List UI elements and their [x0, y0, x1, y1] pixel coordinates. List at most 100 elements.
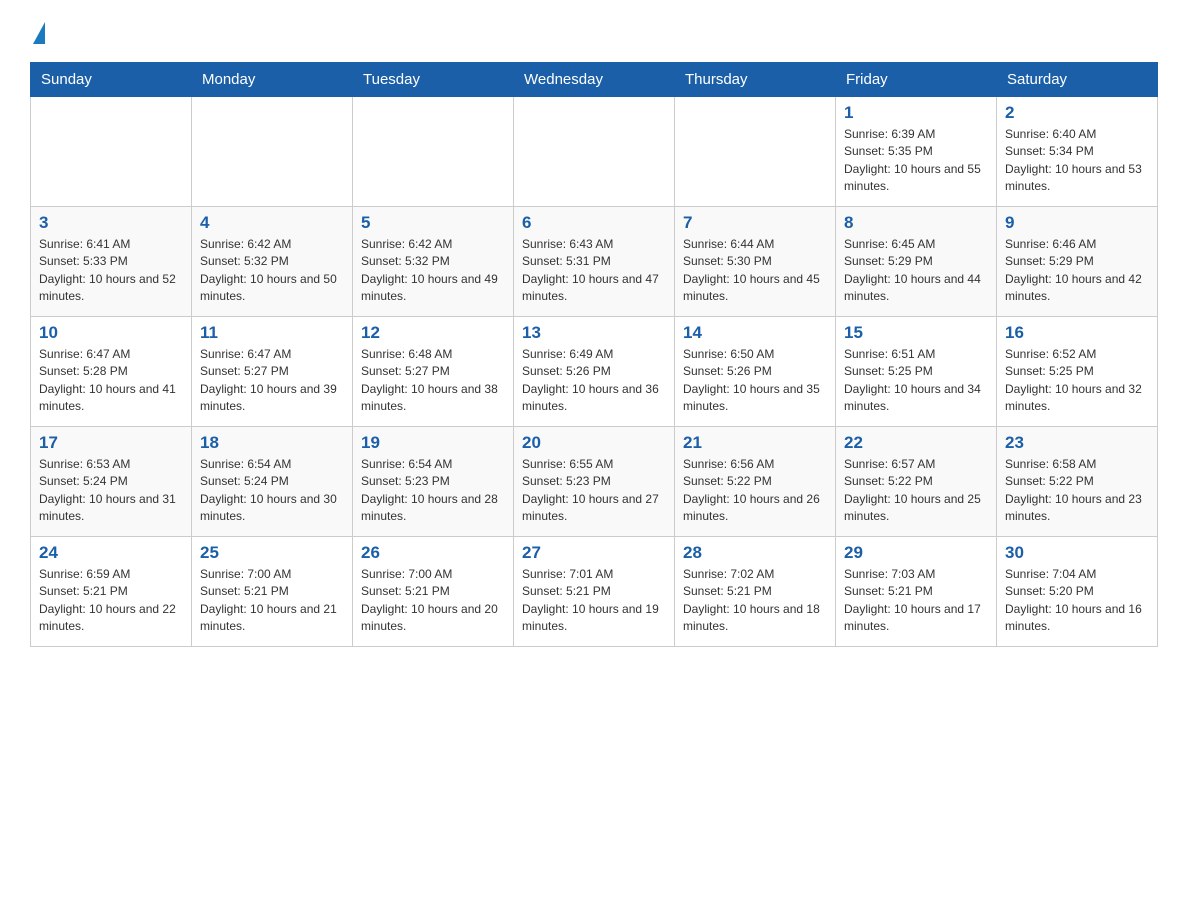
weekday-header: Friday — [836, 63, 997, 97]
calendar-cell: 21 Sunrise: 6:56 AM Sunset: 5:22 PM Dayli… — [675, 427, 836, 537]
calendar-cell: 14 Sunrise: 6:50 AM Sunset: 5:26 PM Dayli… — [675, 317, 836, 427]
day-info: Sunrise: 7:00 AM Sunset: 5:21 PM Dayligh… — [361, 566, 505, 636]
day-info: Sunrise: 6:58 AM Sunset: 5:22 PM Dayligh… — [1005, 456, 1149, 526]
day-number: 17 — [39, 433, 183, 453]
day-info: Sunrise: 6:49 AM Sunset: 5:26 PM Dayligh… — [522, 346, 666, 416]
calendar-cell: 23 Sunrise: 6:58 AM Sunset: 5:22 PM Dayli… — [997, 427, 1158, 537]
calendar-week-row: 10 Sunrise: 6:47 AM Sunset: 5:28 PM Dayli… — [31, 317, 1158, 427]
day-info: Sunrise: 6:47 AM Sunset: 5:28 PM Dayligh… — [39, 346, 183, 416]
calendar-cell: 6 Sunrise: 6:43 AM Sunset: 5:31 PM Daylig… — [514, 207, 675, 317]
weekday-header: Thursday — [675, 63, 836, 97]
day-info: Sunrise: 6:39 AM Sunset: 5:35 PM Dayligh… — [844, 126, 988, 196]
page-header — [30, 20, 1158, 44]
day-number: 5 — [361, 213, 505, 233]
calendar-cell: 30Sunrise: 7:04 AM Sunset: 5:20 PM Dayli… — [997, 537, 1158, 647]
day-info: Sunrise: 7:00 AM Sunset: 5:21 PM Dayligh… — [200, 566, 344, 636]
logo-triangle-icon — [33, 22, 45, 44]
day-number: 2 — [1005, 103, 1149, 123]
calendar-week-row: 24 Sunrise: 6:59 AM Sunset: 5:21 PM Dayli… — [31, 537, 1158, 647]
calendar-cell — [514, 97, 675, 207]
day-number: 21 — [683, 433, 827, 453]
calendar-cell: 26 Sunrise: 7:00 AM Sunset: 5:21 PM Dayli… — [353, 537, 514, 647]
day-number: 10 — [39, 323, 183, 343]
day-number: 22 — [844, 433, 988, 453]
day-number: 13 — [522, 323, 666, 343]
logo — [30, 20, 45, 44]
day-info: Sunrise: 7:03 AM Sunset: 5:21 PM Dayligh… — [844, 566, 988, 636]
weekday-header: Wednesday — [514, 63, 675, 97]
calendar-cell: 20 Sunrise: 6:55 AM Sunset: 5:23 PM Dayli… — [514, 427, 675, 537]
calendar-cell: 12 Sunrise: 6:48 AM Sunset: 5:27 PM Dayli… — [353, 317, 514, 427]
day-number: 14 — [683, 323, 827, 343]
day-number: 16 — [1005, 323, 1149, 343]
calendar-cell: 29 Sunrise: 7:03 AM Sunset: 5:21 PM Dayli… — [836, 537, 997, 647]
day-info: Sunrise: 6:54 AM Sunset: 5:24 PM Dayligh… — [200, 456, 344, 526]
calendar-cell: 9 Sunrise: 6:46 AM Sunset: 5:29 PM Daylig… — [997, 207, 1158, 317]
calendar-cell: 17Sunrise: 6:53 AM Sunset: 5:24 PM Dayli… — [31, 427, 192, 537]
day-number: 28 — [683, 543, 827, 563]
calendar-cell — [31, 97, 192, 207]
day-info: Sunrise: 6:55 AM Sunset: 5:23 PM Dayligh… — [522, 456, 666, 526]
calendar-cell — [353, 97, 514, 207]
day-number: 25 — [200, 543, 344, 563]
day-info: Sunrise: 6:44 AM Sunset: 5:30 PM Dayligh… — [683, 236, 827, 306]
calendar-week-row: 3Sunrise: 6:41 AM Sunset: 5:33 PM Daylig… — [31, 207, 1158, 317]
calendar-cell: 2 Sunrise: 6:40 AM Sunset: 5:34 PM Daylig… — [997, 97, 1158, 207]
calendar-cell: 13 Sunrise: 6:49 AM Sunset: 5:26 PM Dayli… — [514, 317, 675, 427]
day-info: Sunrise: 6:48 AM Sunset: 5:27 PM Dayligh… — [361, 346, 505, 416]
weekday-header: Tuesday — [353, 63, 514, 97]
day-info: Sunrise: 6:40 AM Sunset: 5:34 PM Dayligh… — [1005, 126, 1149, 196]
calendar-cell: 5 Sunrise: 6:42 AM Sunset: 5:32 PM Daylig… — [353, 207, 514, 317]
calendar-cell — [675, 97, 836, 207]
day-number: 3 — [39, 213, 183, 233]
day-number: 19 — [361, 433, 505, 453]
weekday-header: Sunday — [31, 63, 192, 97]
calendar-table: SundayMondayTuesdayWednesdayThursdayFrid… — [30, 62, 1158, 647]
calendar-cell: 15 Sunrise: 6:51 AM Sunset: 5:25 PM Dayli… — [836, 317, 997, 427]
calendar-cell: 22 Sunrise: 6:57 AM Sunset: 5:22 PM Dayli… — [836, 427, 997, 537]
calendar-week-row: 17Sunrise: 6:53 AM Sunset: 5:24 PM Dayli… — [31, 427, 1158, 537]
day-info: Sunrise: 6:42 AM Sunset: 5:32 PM Dayligh… — [361, 236, 505, 306]
day-info: Sunrise: 6:43 AM Sunset: 5:31 PM Dayligh… — [522, 236, 666, 306]
day-number: 30 — [1005, 543, 1149, 563]
day-info: Sunrise: 6:51 AM Sunset: 5:25 PM Dayligh… — [844, 346, 988, 416]
day-number: 26 — [361, 543, 505, 563]
calendar-cell: 16 Sunrise: 6:52 AM Sunset: 5:25 PM Dayli… — [997, 317, 1158, 427]
calendar-cell: 24 Sunrise: 6:59 AM Sunset: 5:21 PM Dayli… — [31, 537, 192, 647]
day-number: 24 — [39, 543, 183, 563]
day-info: Sunrise: 6:45 AM Sunset: 5:29 PM Dayligh… — [844, 236, 988, 306]
day-number: 12 — [361, 323, 505, 343]
calendar-cell: 28Sunrise: 7:02 AM Sunset: 5:21 PM Dayli… — [675, 537, 836, 647]
day-info: Sunrise: 6:50 AM Sunset: 5:26 PM Dayligh… — [683, 346, 827, 416]
day-info: Sunrise: 6:46 AM Sunset: 5:29 PM Dayligh… — [1005, 236, 1149, 306]
day-info: Sunrise: 6:57 AM Sunset: 5:22 PM Dayligh… — [844, 456, 988, 526]
weekday-header-row: SundayMondayTuesdayWednesdayThursdayFrid… — [31, 63, 1158, 97]
day-number: 4 — [200, 213, 344, 233]
day-info: Sunrise: 6:56 AM Sunset: 5:22 PM Dayligh… — [683, 456, 827, 526]
calendar-cell: 18 Sunrise: 6:54 AM Sunset: 5:24 PM Dayli… — [192, 427, 353, 537]
weekday-header: Monday — [192, 63, 353, 97]
calendar-cell: 25 Sunrise: 7:00 AM Sunset: 5:21 PM Dayli… — [192, 537, 353, 647]
day-info: Sunrise: 6:54 AM Sunset: 5:23 PM Dayligh… — [361, 456, 505, 526]
calendar-cell: 1 Sunrise: 6:39 AM Sunset: 5:35 PM Daylig… — [836, 97, 997, 207]
calendar-cell: 4 Sunrise: 6:42 AM Sunset: 5:32 PM Daylig… — [192, 207, 353, 317]
calendar-cell: 3Sunrise: 6:41 AM Sunset: 5:33 PM Daylig… — [31, 207, 192, 317]
day-number: 6 — [522, 213, 666, 233]
calendar-cell — [192, 97, 353, 207]
day-number: 18 — [200, 433, 344, 453]
day-number: 1 — [844, 103, 988, 123]
day-number: 23 — [1005, 433, 1149, 453]
calendar-cell: 7Sunrise: 6:44 AM Sunset: 5:30 PM Daylig… — [675, 207, 836, 317]
day-number: 20 — [522, 433, 666, 453]
day-number: 27 — [522, 543, 666, 563]
day-info: Sunrise: 6:59 AM Sunset: 5:21 PM Dayligh… — [39, 566, 183, 636]
calendar-week-row: 1 Sunrise: 6:39 AM Sunset: 5:35 PM Daylig… — [31, 97, 1158, 207]
day-number: 29 — [844, 543, 988, 563]
day-info: Sunrise: 6:42 AM Sunset: 5:32 PM Dayligh… — [200, 236, 344, 306]
weekday-header: Saturday — [997, 63, 1158, 97]
day-number: 9 — [1005, 213, 1149, 233]
day-info: Sunrise: 6:52 AM Sunset: 5:25 PM Dayligh… — [1005, 346, 1149, 416]
calendar-cell: 27Sunrise: 7:01 AM Sunset: 5:21 PM Dayli… — [514, 537, 675, 647]
calendar-cell: 8Sunrise: 6:45 AM Sunset: 5:29 PM Daylig… — [836, 207, 997, 317]
day-number: 15 — [844, 323, 988, 343]
